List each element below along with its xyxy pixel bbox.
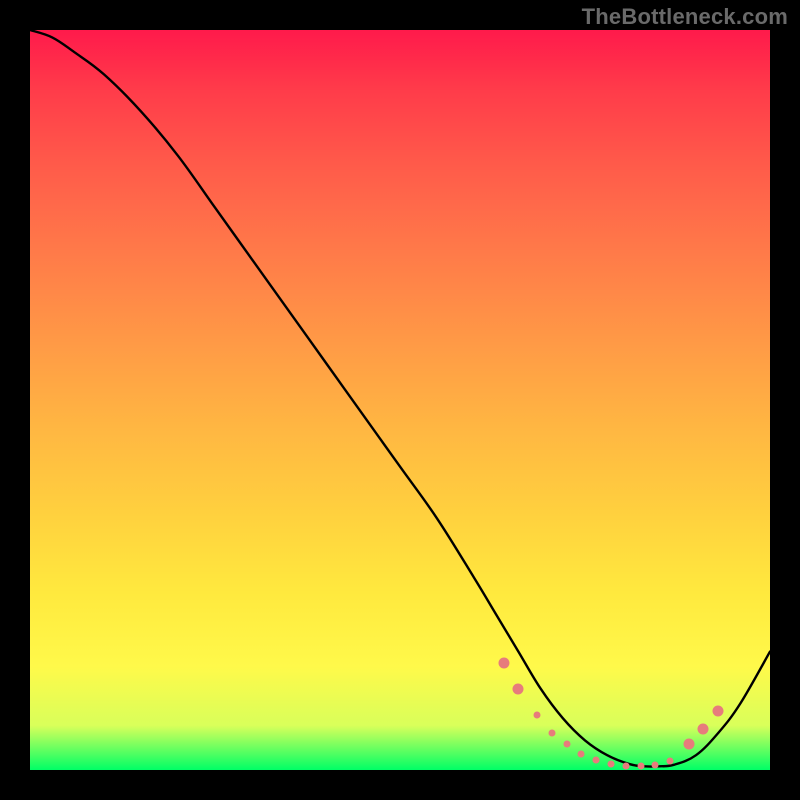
data-marker xyxy=(667,758,674,765)
data-marker xyxy=(498,657,509,668)
data-marker xyxy=(698,724,709,735)
data-marker xyxy=(563,741,570,748)
markers-layer xyxy=(30,30,770,770)
data-marker xyxy=(713,705,724,716)
data-marker xyxy=(683,739,694,750)
data-marker xyxy=(607,761,614,768)
chart-area xyxy=(30,30,770,770)
watermark: TheBottleneck.com xyxy=(582,4,788,30)
data-marker xyxy=(593,757,600,764)
data-marker xyxy=(637,763,644,770)
data-marker xyxy=(513,683,524,694)
data-marker xyxy=(578,750,585,757)
data-marker xyxy=(652,761,659,768)
data-marker xyxy=(622,763,629,770)
data-marker xyxy=(533,711,540,718)
data-marker xyxy=(548,730,555,737)
